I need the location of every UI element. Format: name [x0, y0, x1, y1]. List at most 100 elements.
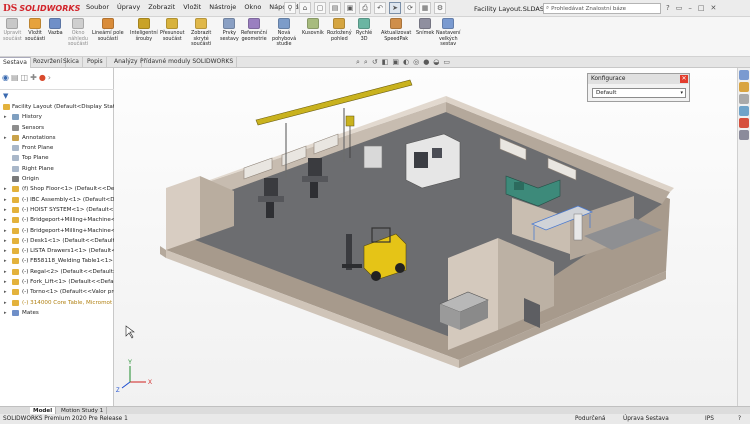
- kusovnik-button[interactable]: Kusovník: [302, 18, 324, 37]
- menu-item[interactable]: Soubor: [86, 3, 109, 11]
- tree-item[interactable]: ▸ (-) Fork_Lift<1> (Default<<Default>_Dis…: [0, 277, 114, 287]
- expand-arrow-icon[interactable]: ▸: [4, 226, 7, 236]
- restore-icon[interactable]: ▭: [676, 4, 683, 12]
- display-style-icon[interactable]: ◐: [403, 58, 409, 67]
- close-icon[interactable]: ✕: [710, 4, 716, 12]
- tree-item[interactable]: ▸ (-) Desk1<1> (Default<<Default>_Display…: [0, 236, 114, 246]
- options-gear-icon[interactable]: ⚙: [434, 2, 446, 14]
- home-icon[interactable]: ⌂: [299, 2, 311, 14]
- tree-item[interactable]: Top Plane: [0, 153, 114, 163]
- tree-item[interactable]: ▸ (-) HOIST SYSTEM<1> (Default<Display St…: [0, 205, 114, 215]
- aktualizovat-speedpak-button[interactable]: Aktualizovat SpeedPak: [381, 18, 411, 42]
- menu-item[interactable]: Vložit: [183, 3, 201, 11]
- tree-item[interactable]: ▸ (-) Bridgeport+Milling+Machine<1> (Defa…: [0, 215, 114, 225]
- expand-panel-icon[interactable]: ›: [48, 73, 51, 84]
- menu-item[interactable]: Okno: [244, 3, 261, 11]
- tab-2[interactable]: Skica: [60, 57, 83, 68]
- expand-arrow-icon[interactable]: ▸: [4, 246, 7, 256]
- facility-layout-model[interactable]: X Y Z: [114, 68, 737, 406]
- expand-arrow-icon[interactable]: ▸: [4, 215, 7, 225]
- display-manager-tab-icon[interactable]: ●: [39, 73, 46, 84]
- tree-item[interactable]: ▸ (-) Regal<2> (Default<<Default>_Display…: [0, 267, 114, 277]
- rychle-3d-button[interactable]: Rychlé 3D: [356, 18, 372, 42]
- okno-nahledu-button[interactable]: Okno náhledu součásti: [68, 18, 88, 48]
- select-arrow-icon[interactable]: ➤: [389, 2, 401, 14]
- tree-item[interactable]: ▸ (-) 314000 Core Table, Micromot Grid Pl…: [0, 298, 114, 308]
- expand-arrow-icon[interactable]: ▸: [4, 184, 7, 194]
- solidworks-resources-icon[interactable]: [739, 70, 749, 80]
- tree-item[interactable]: Facility Layout (Default<Display State-1…: [0, 102, 114, 112]
- pin-icon[interactable]: ⚲: [284, 2, 296, 14]
- nova-pohybova-studie-button[interactable]: Nová pohybová studie: [272, 18, 296, 48]
- help-icon[interactable]: ?: [738, 414, 741, 424]
- tree-item[interactable]: ▸ (-) Bridgeport+Milling+Machine<2> (Defa…: [0, 226, 114, 236]
- tree-item[interactable]: ▸ (f) Shop Floor<1> (Default<<Default>_Di…: [0, 184, 114, 194]
- minimize-icon[interactable]: –: [688, 4, 692, 12]
- file-properties-icon[interactable]: ▦: [419, 2, 431, 14]
- open-folder-icon[interactable]: ▤: [329, 2, 341, 14]
- vazba-button[interactable]: Vazba: [48, 18, 63, 37]
- scene-icon[interactable]: ◒: [433, 58, 439, 67]
- expand-arrow-icon[interactable]: ▸: [4, 287, 7, 297]
- dimxpert-tab-icon[interactable]: ✚: [30, 73, 37, 84]
- expand-arrow-icon[interactable]: ▸: [4, 236, 7, 246]
- design-library-icon[interactable]: [739, 82, 749, 92]
- tab-3[interactable]: Popis: [84, 57, 107, 68]
- maximize-icon[interactable]: □: [698, 4, 705, 12]
- section-view-icon[interactable]: ◧: [382, 58, 389, 67]
- expand-arrow-icon[interactable]: ▸: [4, 267, 7, 277]
- expand-arrow-icon[interactable]: ▸: [4, 133, 7, 143]
- inteligentni-srouby-button[interactable]: Inteligentní šrouby: [130, 18, 158, 42]
- tree-item[interactable]: Origin: [0, 174, 114, 184]
- expand-arrow-icon[interactable]: ▸: [4, 205, 7, 215]
- tree-item[interactable]: Sensors: [0, 123, 114, 133]
- print-icon[interactable]: ⎙: [359, 2, 371, 14]
- rebuild-icon[interactable]: ⟳: [404, 2, 416, 14]
- expand-arrow-icon[interactable]: ▸: [4, 277, 7, 287]
- tree-item[interactable]: ▸ (-) IBC Assembly<1> (Default<Display St…: [0, 195, 114, 205]
- previous-view-icon[interactable]: ↺: [372, 58, 378, 67]
- expand-arrow-icon[interactable]: ▸: [4, 112, 7, 122]
- zobrazit-skryte-button[interactable]: Zobrazit skryté součásti: [191, 18, 211, 48]
- menu-item[interactable]: Úpravy: [117, 3, 140, 11]
- expand-arrow-icon[interactable]: ▸: [4, 308, 7, 318]
- referencni-geometrie-button[interactable]: Referenční geometrie: [241, 18, 267, 42]
- vlozit-soucasti-button[interactable]: Vložit součásti: [25, 18, 45, 42]
- knowledge-base-search[interactable]: ⌕ Prohledávat Znalostní báze: [543, 3, 661, 14]
- file-explorer-icon[interactable]: [739, 94, 749, 104]
- menu-item[interactable]: Zobrazit: [148, 3, 175, 11]
- zoom-area-icon[interactable]: ⌕: [364, 58, 368, 67]
- filter-icon[interactable]: ▼: [3, 92, 8, 100]
- tree-item[interactable]: ▸ (-) Torno<1> (Default<<Valor predetermi…: [0, 287, 114, 297]
- view-palette-icon[interactable]: [739, 106, 749, 116]
- tree-item[interactable]: ▸ (-) FB58118_Welding Table1<1> (Default<…: [0, 256, 114, 266]
- configuration-select[interactable]: Default ▾: [592, 88, 686, 98]
- rozlozeny-pohled-button[interactable]: Rozložený pohled: [327, 18, 352, 42]
- tree-item[interactable]: ▸ History: [0, 112, 114, 122]
- help-icon[interactable]: ?: [666, 4, 670, 12]
- prvky-sestavy-button[interactable]: Prvky sestavy: [220, 18, 239, 42]
- presunout-soucast-button[interactable]: Přesunout součást: [160, 18, 185, 42]
- search-input[interactable]: Prohledávat Znalostní báze: [551, 6, 626, 12]
- snimek-button[interactable]: Snímek: [416, 18, 434, 37]
- graphics-area[interactable]: X Y Z: [114, 68, 737, 406]
- tree-item[interactable]: ▸ (-) LISTA Drawers1<1> (Default<Display …: [0, 246, 114, 256]
- configuration-manager-tab-icon[interactable]: ◫: [21, 73, 29, 84]
- menu-item[interactable]: Nástroje: [209, 3, 236, 11]
- save-icon[interactable]: ▣: [344, 2, 356, 14]
- appearance-icon[interactable]: ●: [423, 58, 429, 67]
- tree-item[interactable]: ▸ Annotations: [0, 133, 114, 143]
- tree-item[interactable]: Right Plane: [0, 164, 114, 174]
- expand-arrow-icon[interactable]: ▸: [4, 298, 7, 308]
- expand-arrow-icon[interactable]: ▸: [4, 256, 7, 266]
- tree-item[interactable]: Front Plane: [0, 143, 114, 153]
- hide-show-icon[interactable]: ◎: [413, 58, 419, 67]
- feature-tree-tab-icon[interactable]: ◉: [2, 73, 9, 84]
- tab-5[interactable]: Přídavné moduly SOLIDWORKS: [137, 57, 238, 68]
- upravit-soucast-button[interactable]: Upravit součást: [3, 18, 22, 42]
- custom-properties-icon[interactable]: [739, 130, 749, 140]
- view-settings-icon[interactable]: ▭: [443, 58, 450, 67]
- new-document-icon[interactable]: ▢: [314, 2, 326, 14]
- property-manager-tab-icon[interactable]: ▤: [11, 73, 19, 84]
- solidworks-logo[interactable]: DS SOLIDWORKS: [3, 2, 80, 15]
